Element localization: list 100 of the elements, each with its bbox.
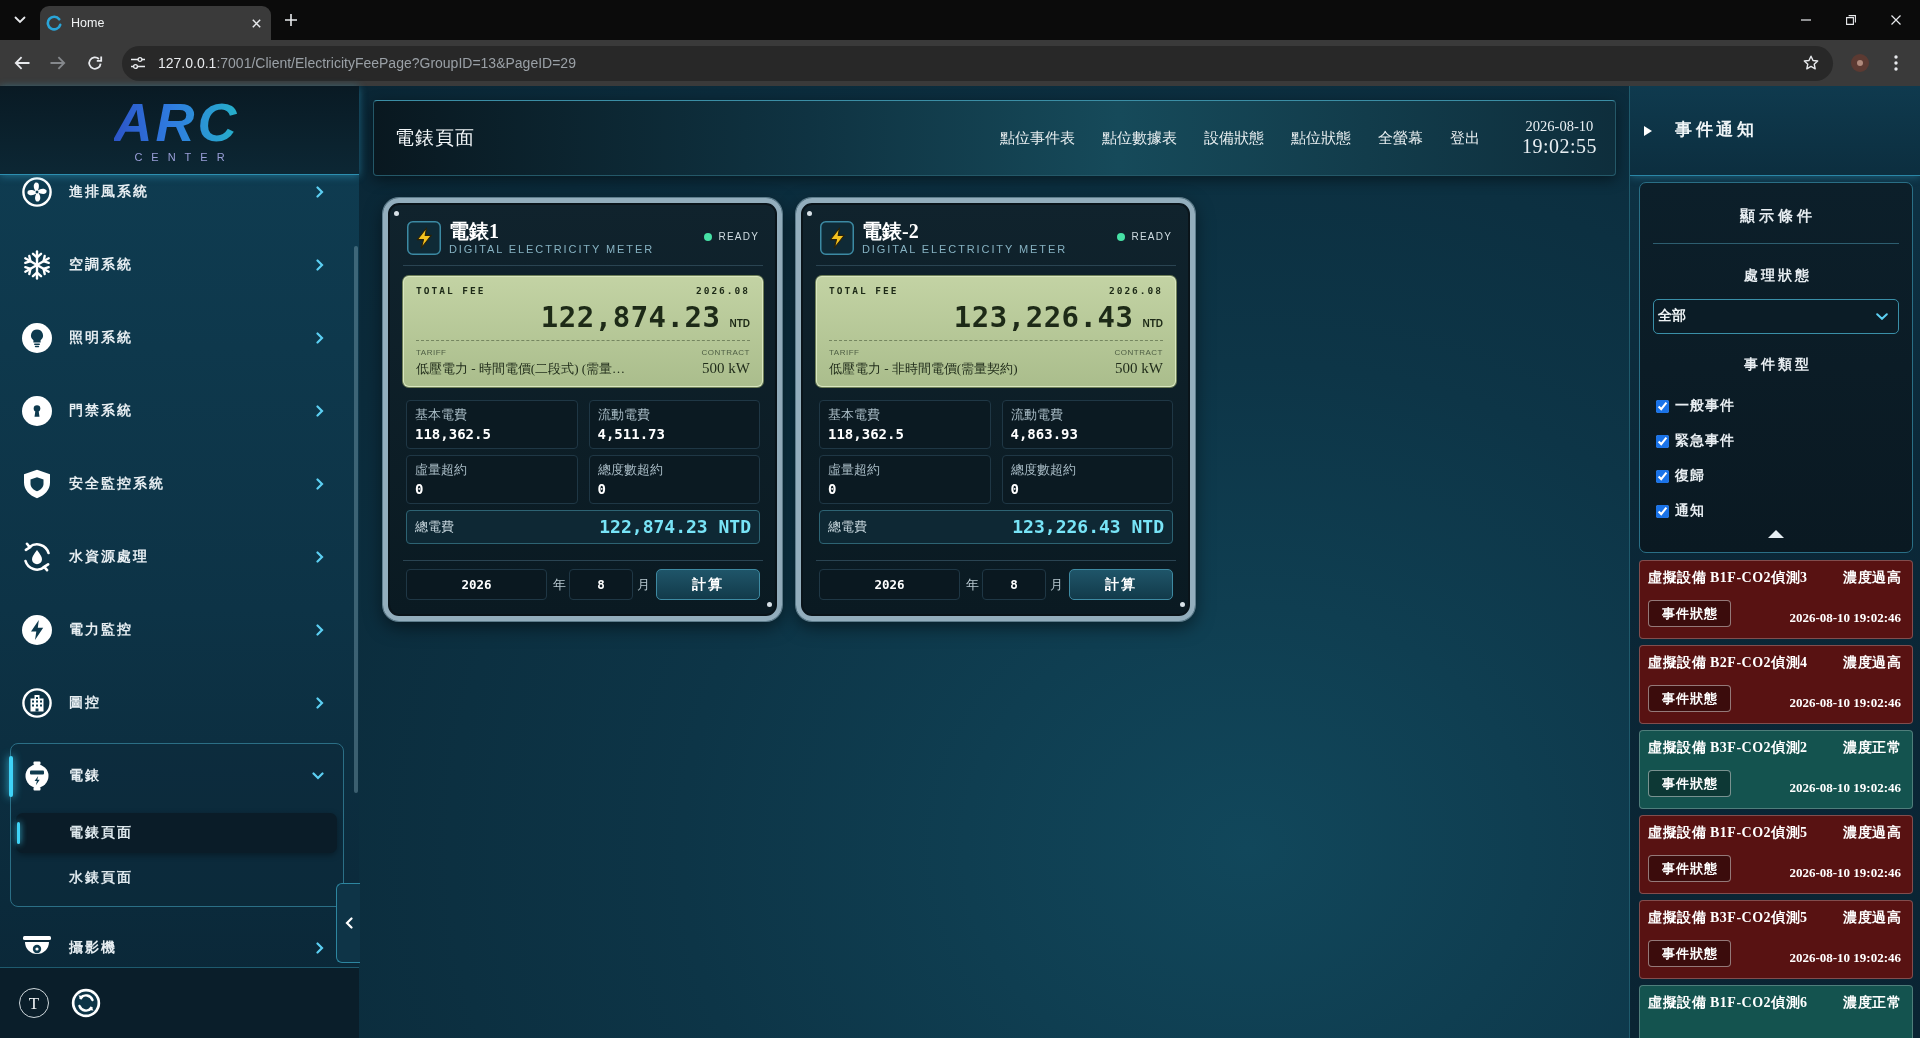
- page-title: 電錶頁面: [395, 126, 475, 150]
- total-label: 總電費: [828, 519, 867, 535]
- event-device-name: 虛擬設備 B3F-CO2偵測2: [1648, 739, 1808, 757]
- event-device-name: 虛擬設備 B1F-CO2偵測6: [1648, 994, 1808, 1012]
- chevron-right-icon: [316, 697, 324, 709]
- nav-link[interactable]: 點位數據表: [1101, 129, 1177, 147]
- submenu-item[interactable]: 電錶頁面: [16, 813, 337, 853]
- fee-amount: 123,226.43: [953, 300, 1134, 334]
- tariff-label: TARIFF: [416, 349, 447, 357]
- sidebar-item[interactable]: 攝影機: [22, 931, 324, 965]
- stat-label: 基本電費: [415, 406, 468, 423]
- sidebar-item[interactable]: 進排風系統: [22, 175, 324, 209]
- unit-text: 月: [637, 576, 650, 593]
- forward-arrow-icon[interactable]: [50, 56, 66, 70]
- currency-unit: NTD: [1142, 318, 1163, 330]
- checkbox-label: 通知: [1675, 502, 1705, 520]
- tariff-label: TARIFF: [829, 349, 860, 357]
- checkbox[interactable]: [1656, 434, 1669, 448]
- nav-link[interactable]: 點位事件表: [999, 129, 1075, 147]
- month-input[interactable]: 8: [569, 569, 633, 600]
- checkbox-label: 復歸: [1675, 467, 1705, 485]
- status-dropdown[interactable]: 全部: [1653, 299, 1899, 334]
- collapse-sidebar-button[interactable]: [336, 883, 360, 963]
- sidebar-item[interactable]: 電錶: [22, 759, 324, 793]
- chevron-down-icon[interactable]: [14, 16, 26, 24]
- checkbox-label: 一般事件: [1675, 397, 1735, 415]
- year-input[interactable]: 2026: [819, 569, 960, 600]
- minimize-icon[interactable]: [1800, 19, 1811, 21]
- time-text: 19:02:55: [1521, 134, 1597, 158]
- restore-icon[interactable]: [1845, 15, 1856, 25]
- circular-arrows-icon[interactable]: [71, 988, 101, 1018]
- close-icon[interactable]: [252, 18, 261, 28]
- stat-label: 流動電費: [597, 406, 651, 423]
- sidebar-item[interactable]: 水資源處理: [22, 540, 324, 574]
- browser-tab[interactable]: Home: [40, 6, 271, 40]
- submenu-item[interactable]: 水錶頁面: [16, 858, 337, 898]
- star-icon[interactable]: [1803, 55, 1819, 71]
- checkbox[interactable]: [1656, 399, 1669, 413]
- event-status-button[interactable]: 事件狀態: [1648, 855, 1731, 882]
- nav-link[interactable]: 登出: [1449, 129, 1480, 147]
- sidebar-item[interactable]: 門禁系統: [22, 394, 324, 428]
- unit-text: 年: [553, 576, 566, 593]
- calculate-button[interactable]: 計算: [1069, 569, 1173, 600]
- chevron-right-icon: [316, 405, 324, 417]
- status-dot-icon: [703, 233, 712, 241]
- stat-label: 虛量超約: [415, 461, 468, 478]
- sidebar-item[interactable]: 電力監控: [22, 613, 324, 647]
- event-status-text: 濃度過高: [1843, 824, 1901, 842]
- sidebar-item[interactable]: 空調系統: [22, 248, 324, 282]
- contract-text: 500 kW: [1115, 360, 1163, 377]
- chevron-down-icon: [1876, 313, 1888, 320]
- water-drop-arrows-icon: [22, 542, 52, 572]
- sidebar-item[interactable]: 安全監控系統: [22, 467, 324, 501]
- menu-dots-icon[interactable]: [1894, 55, 1898, 71]
- nav-link[interactable]: 全螢幕: [1377, 129, 1423, 147]
- plus-icon[interactable]: [285, 14, 297, 26]
- keyhole-icon: [22, 396, 52, 426]
- year-input[interactable]: 2026: [406, 569, 547, 600]
- event-status-button[interactable]: 事件狀態: [1648, 770, 1731, 797]
- close-icon[interactable]: [1890, 15, 1901, 25]
- event-status-button[interactable]: 事件狀態: [1648, 600, 1731, 627]
- total-label: 總電費: [415, 519, 454, 535]
- shield-icon: [22, 469, 52, 499]
- stat-label: 流動電費: [1010, 406, 1064, 423]
- nav-link[interactable]: 點位狀態: [1290, 129, 1351, 147]
- filter-label: 處理狀態: [1742, 267, 1812, 285]
- chevron-left-icon: [344, 917, 353, 929]
- period-text: 2026.08: [695, 285, 750, 297]
- event-time: 2026-08-10 19:02:46: [1789, 950, 1901, 967]
- event-device-name: 虛擬設備 B1F-CO2偵測5: [1648, 824, 1808, 842]
- total-value: 122,874.23 NTD: [599, 516, 751, 538]
- stat-value: 4,511.73: [597, 425, 666, 443]
- status-text: READY: [718, 231, 759, 243]
- currency-unit: NTD: [729, 318, 750, 330]
- stat-label: 總度數超約: [597, 461, 664, 478]
- profile-avatar-icon[interactable]: [1851, 54, 1869, 72]
- calculate-button[interactable]: 計算: [656, 569, 760, 600]
- stat-value: 118,362.5: [828, 425, 905, 443]
- checkbox[interactable]: [1656, 469, 1669, 483]
- meter-subtitle: DIGITAL ELECTRICITY METER: [449, 243, 654, 255]
- fan-icon: [22, 177, 52, 207]
- nav-link[interactable]: 設備狀態: [1203, 129, 1264, 147]
- event-status-button[interactable]: 事件狀態: [1648, 685, 1731, 712]
- address-bar[interactable]: 127.0.0.1:7001/Client/ElectricityFeePage?GroupID=13&PageID=29: [122, 45, 1833, 81]
- back-arrow-icon[interactable]: [14, 56, 30, 70]
- tariff-text: 低壓電力 - 非時間電價(需量契約): [829, 360, 1018, 377]
- checkbox[interactable]: [1656, 504, 1669, 518]
- status-text: READY: [1131, 231, 1172, 243]
- triangle-up-icon[interactable]: [1768, 530, 1784, 538]
- tune-icon[interactable]: [131, 56, 145, 70]
- sidebar-item[interactable]: 照明系統: [22, 321, 324, 355]
- chevron-right-icon: [316, 624, 324, 636]
- month-input[interactable]: 8: [982, 569, 1046, 600]
- scrollbar[interactable]: [354, 246, 358, 793]
- triangle-right-icon[interactable]: [1644, 125, 1652, 136]
- lightbulb-icon: [22, 323, 52, 353]
- event-status-button[interactable]: 事件狀態: [1648, 940, 1731, 967]
- reload-icon[interactable]: [87, 55, 103, 71]
- stat-value: 0: [828, 480, 838, 498]
- sidebar-item[interactable]: 圖控: [22, 686, 324, 720]
